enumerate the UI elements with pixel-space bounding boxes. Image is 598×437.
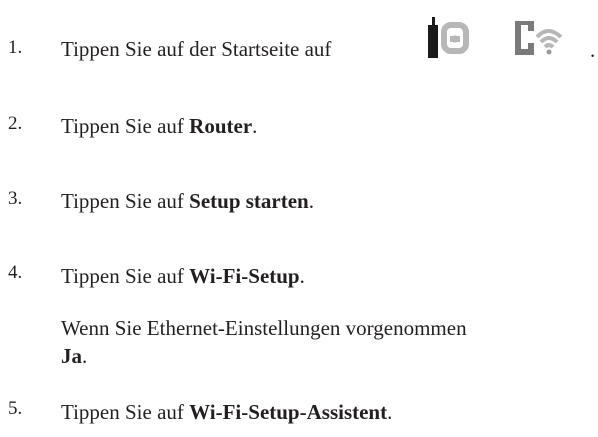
step-note: Wenn Sie Ethernet-Einstellungen vorgenom…	[61, 316, 467, 340]
step-number: 5.	[8, 398, 23, 419]
step-text: Tippen Sie auf Wi-Fi-Setup.	[61, 266, 305, 287]
step-instruction: Tippen Sie auf	[61, 189, 190, 213]
step-text: Tippen Sie auf Wi-Fi-Setup-Assistent.	[61, 402, 392, 423]
menu-item-router: Router	[189, 114, 253, 138]
answer-ja: Ja	[61, 344, 82, 368]
step-number: 3.	[8, 188, 23, 209]
step-instruction: Tippen Sie auf	[61, 400, 190, 424]
menu-item-wifi-setup: Wi-Fi-Setup	[189, 264, 300, 288]
step-period: .	[299, 264, 305, 288]
menu-item-wifi-setup-assistent: Wi-Fi-Setup-Assistent	[189, 400, 388, 424]
step-period: .	[387, 400, 393, 424]
step-instruction: Tippen Sie auf	[61, 264, 190, 288]
step-note-answer: Ja.	[61, 346, 87, 367]
step-period: .	[590, 38, 596, 62]
step-period: .	[252, 114, 258, 138]
wifi-network-icon	[515, 21, 563, 55]
step-period: .	[308, 189, 314, 213]
router-status-icon	[428, 17, 469, 58]
step-text: Tippen Sie auf Setup starten.	[61, 191, 314, 212]
step-period: .	[82, 344, 88, 368]
home-screen-icons: .	[0, 12, 595, 62]
step-instruction: Tippen Sie auf	[61, 114, 190, 138]
step-text: Tippen Sie auf Router.	[61, 116, 257, 137]
step-number: 4.	[8, 262, 23, 283]
menu-item-setup-starten: Setup starten	[189, 189, 309, 213]
step-number: 2.	[8, 113, 23, 134]
